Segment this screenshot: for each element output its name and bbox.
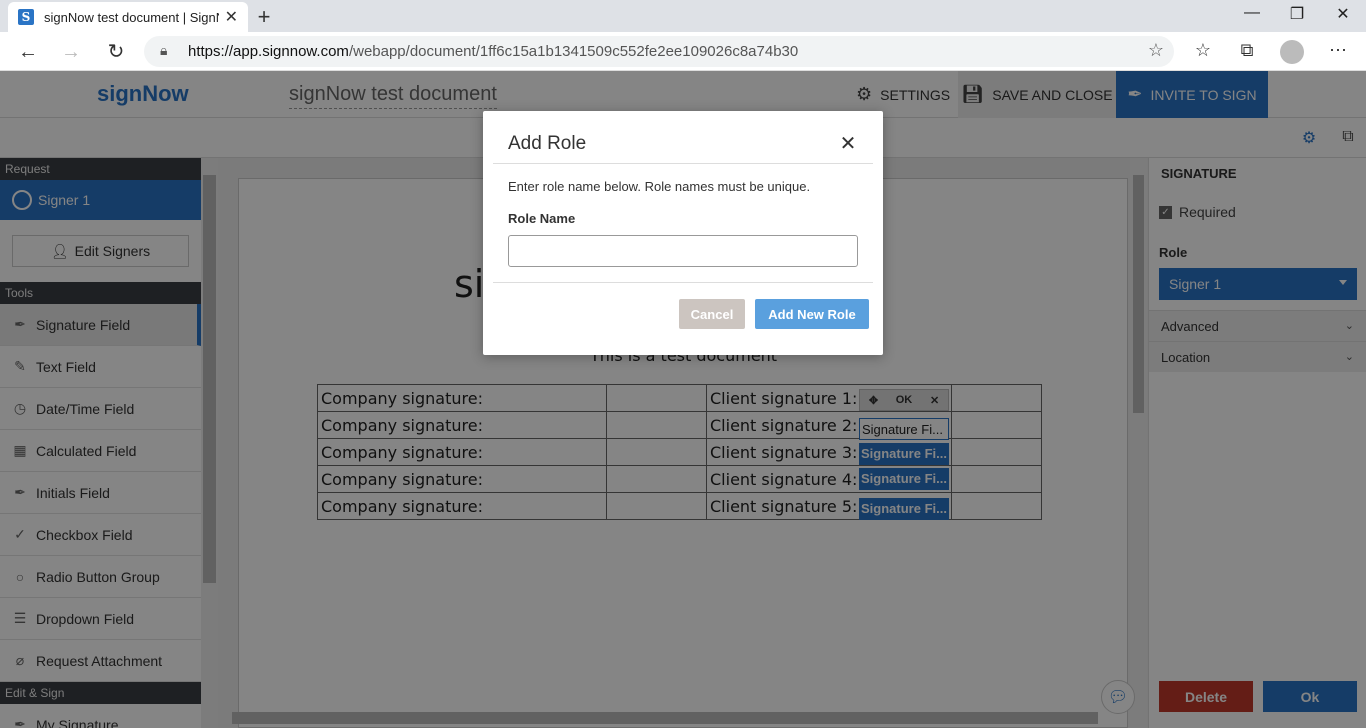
browser-tabbar: S signNow test document | SignNo ✕ + — ❐… (0, 0, 1366, 32)
dialog-title: Add Role (508, 133, 587, 154)
forward-icon[interactable]: → (57, 38, 85, 66)
browser-tab[interactable]: S signNow test document | SignNo ✕ (8, 2, 248, 32)
url-field[interactable]: 🔒︎ https://app.signnow.com/webapp/docume… (144, 36, 1174, 67)
back-icon[interactable]: ← (14, 38, 42, 66)
window-close-icon[interactable]: ✕ (1328, 4, 1358, 24)
new-tab-icon[interactable]: + (252, 4, 276, 30)
tab-close-icon[interactable]: ✕ (225, 7, 238, 27)
url-host: https://app.signnow.com (188, 43, 349, 60)
role-name-label: Role Name (508, 211, 576, 226)
divider (493, 282, 873, 283)
cancel-button[interactable]: Cancel (679, 299, 745, 329)
maximize-icon[interactable]: ❐ (1282, 4, 1312, 24)
browser-toolbar: ← → ↻ 🔒︎ https://app.signnow.com/webapp/… (0, 32, 1366, 71)
more-menu-icon[interactable]: ⋯ (1325, 40, 1351, 61)
tab-title: signNow test document | SignNo (44, 9, 219, 25)
close-icon[interactable]: ✕ (837, 131, 859, 156)
lock-icon: 🔒︎ (160, 42, 168, 58)
reload-icon[interactable]: ↻ (102, 38, 130, 66)
add-role-dialog: Add Role ✕ Enter role name below. Role n… (483, 111, 883, 355)
role-name-input[interactable] (508, 235, 858, 267)
favorites-icon[interactable]: ☆ (1190, 40, 1216, 61)
divider (493, 163, 873, 164)
add-new-role-button[interactable]: Add New Role (755, 299, 869, 329)
favorite-star-icon[interactable]: ☆ (1148, 40, 1164, 61)
minimize-icon[interactable]: — (1237, 4, 1267, 22)
profile-avatar[interactable] (1280, 40, 1304, 64)
url-path: /webapp/document/1ff6c15a1b1341509c552fe… (348, 43, 799, 60)
collections-icon[interactable]: ⧉ (1234, 40, 1260, 61)
signnow-favicon-icon: S (18, 9, 34, 25)
dialog-description: Enter role name below. Role names must b… (508, 179, 811, 194)
